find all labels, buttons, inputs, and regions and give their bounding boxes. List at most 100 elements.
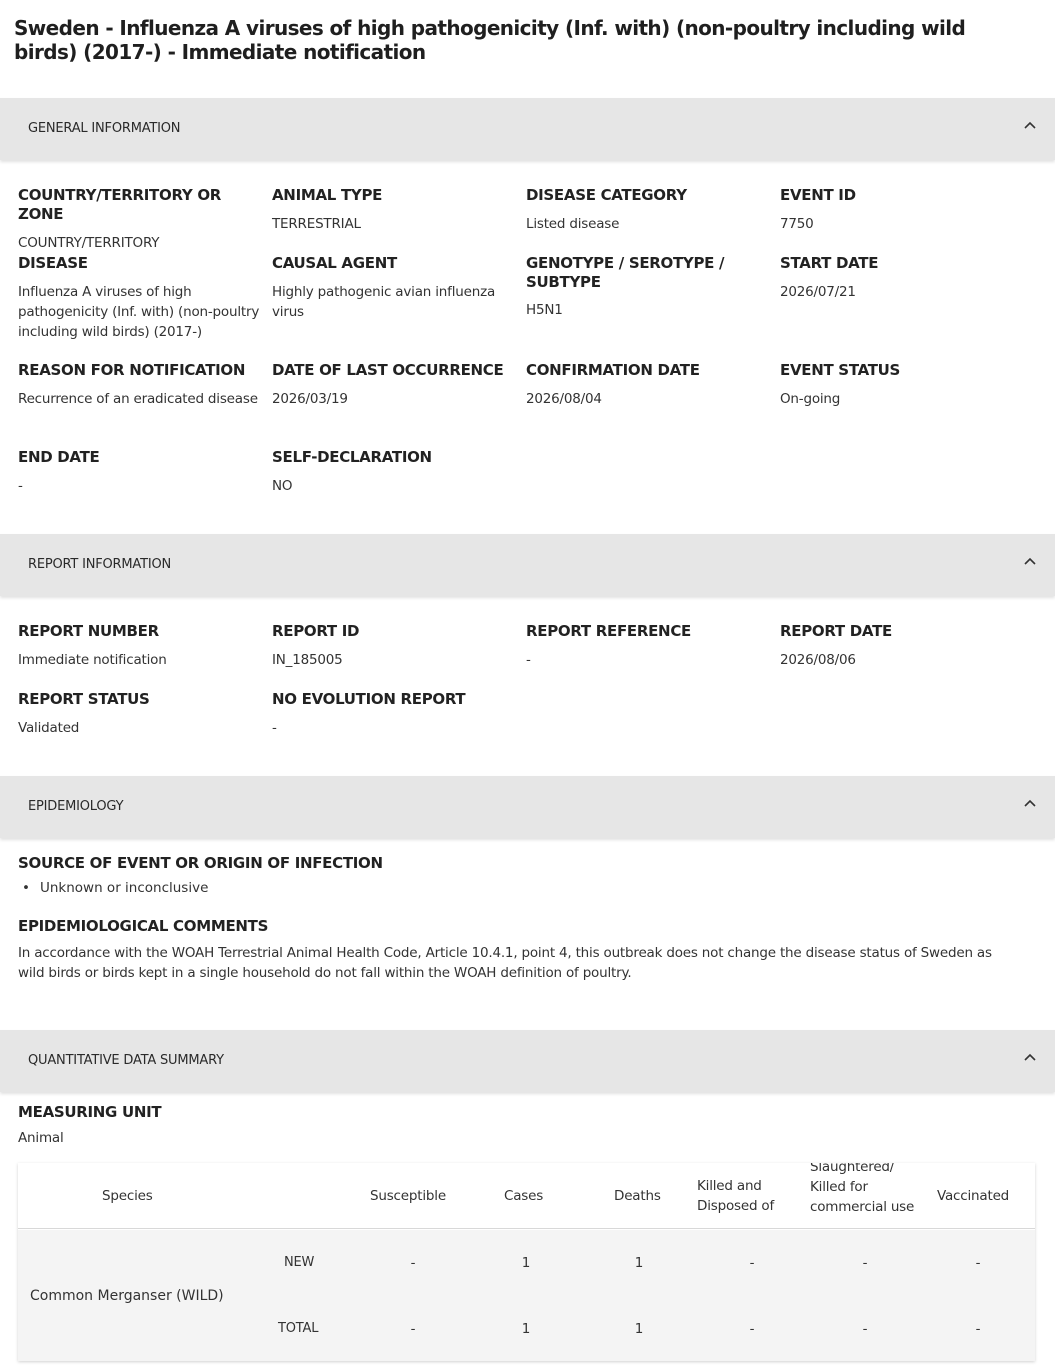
report-reference-field: REPORT REFERENCE - [526, 622, 776, 670]
field-label: DISEASE CATEGORY [526, 186, 687, 204]
field-label: SOURCE OF EVENT OR ORIGIN OF INFECTION [18, 854, 383, 872]
field-label: ANIMAL TYPE [272, 186, 383, 204]
field-label: EVENT ID [780, 186, 856, 204]
self-declaration-field: SELF-DECLARATION NO [272, 448, 522, 496]
field-value: Immediate notification [18, 652, 167, 668]
cell-deaths: 1 [634, 1321, 644, 1337]
cell-cases: 1 [521, 1321, 531, 1337]
field-label: CONFIRMATION DATE [526, 361, 700, 379]
cell-cases: 1 [521, 1255, 531, 1271]
chevron-up-icon[interactable] [1023, 118, 1037, 132]
cell-killed: - [749, 1255, 755, 1271]
row-label-total: TOTAL [278, 1321, 319, 1336]
field-value: Listed disease [526, 216, 620, 232]
field-label: REPORT DATE [780, 622, 892, 640]
epidemiology-header[interactable]: EPIDEMIOLOGY [0, 776, 1055, 838]
field-value: Animal [18, 1130, 64, 1146]
column-header-killed: Killed and Disposed of [697, 1178, 775, 1214]
field-label: NO EVOLUTION REPORT [272, 690, 466, 708]
species-name: Common Merganser (WILD) [30, 1288, 224, 1304]
section-title: EPIDEMIOLOGY [28, 799, 124, 814]
section-title: REPORT INFORMATION [28, 557, 172, 572]
field-label: REPORT STATUS [18, 690, 150, 708]
column-header-cases: Cases [504, 1188, 544, 1204]
field-label: SELF-DECLARATION [272, 448, 432, 466]
column-header-vaccinated: Vaccinated [937, 1188, 1010, 1204]
cell-susceptible: - [410, 1255, 416, 1271]
table-body: Common Merganser (WILD) NEW - 1 1 - - - … [18, 1230, 1035, 1361]
no-evolution-report-field: NO EVOLUTION REPORT - [272, 690, 522, 738]
field-value: H5N1 [526, 302, 563, 318]
disease-field: DISEASE Influenza A viruses of high path… [18, 254, 268, 342]
event-id-field: EVENT ID 7750 [780, 186, 1030, 234]
comments-text: In accordance with the WOAH Terrestrial … [18, 945, 992, 981]
field-value: IN_185005 [272, 652, 343, 668]
field-label: END DATE [18, 448, 100, 466]
event-status-field: EVENT STATUS On-going [780, 361, 1030, 409]
source-of-event: SOURCE OF EVENT OR ORIGIN OF INFECTION U… [18, 854, 1018, 896]
genotype-field: GENOTYPE / SEROTYPE / SUBTYPE H5N1 [526, 254, 746, 320]
quantitative-data-header[interactable]: QUANTITATIVE DATA SUMMARY [0, 1030, 1055, 1092]
field-label: GENOTYPE / SEROTYPE / SUBTYPE [526, 254, 725, 291]
chevron-up-icon[interactable] [1023, 1050, 1037, 1064]
field-value: Validated [18, 720, 80, 736]
field-label: CAUSAL AGENT [272, 254, 397, 272]
chevron-up-icon[interactable] [1023, 796, 1037, 810]
field-value: 2026/08/06 [780, 652, 856, 668]
field-label: EVENT STATUS [780, 361, 901, 379]
field-value: 2026/07/21 [780, 284, 856, 300]
field-value: TERRESTRIAL [272, 216, 361, 232]
report-id-field: REPORT ID IN_185005 [272, 622, 522, 670]
cell-deaths: 1 [634, 1255, 644, 1271]
page-title: Sweden - Influenza A viruses of high pat… [14, 16, 966, 64]
report-date-field: REPORT DATE 2026/08/06 [780, 622, 1030, 670]
confirmation-date-field: CONFIRMATION DATE 2026/08/04 [526, 361, 776, 409]
column-header-species: Species [102, 1188, 153, 1204]
last-occurrence-field: DATE OF LAST OCCURRENCE 2026/03/19 [272, 361, 522, 409]
column-header-slaughtered: Slaughtered/ Killed for commercial use [810, 1163, 915, 1215]
field-value: - [18, 478, 23, 494]
report-information-header[interactable]: REPORT INFORMATION [0, 534, 1055, 596]
chevron-up-icon[interactable] [1023, 554, 1037, 568]
animal-type-field: ANIMAL TYPE TERRESTRIAL [272, 186, 522, 234]
reason-field: REASON FOR NOTIFICATION Recurrence of an… [18, 361, 268, 409]
field-value: 7750 [780, 216, 814, 232]
section-title: GENERAL INFORMATION [28, 121, 181, 136]
country-field: COUNTRY/TERRITORY OR ZONE COUNTRY/TERRIT… [18, 186, 268, 253]
cell-slaughtered: - [862, 1321, 868, 1337]
general-information-header[interactable]: GENERAL INFORMATION [0, 98, 1055, 160]
start-date-field: START DATE 2026/07/21 [780, 254, 1030, 302]
column-header-susceptible: Susceptible [370, 1188, 446, 1204]
row-label-new: NEW [284, 1255, 315, 1270]
table-header: Species Susceptible Cases Deaths Killed … [18, 1163, 1035, 1229]
field-value: Influenza A viruses of high pathogenicit… [18, 284, 260, 340]
section-title: QUANTITATIVE DATA SUMMARY [28, 1053, 224, 1068]
field-label: MEASURING UNIT [18, 1103, 162, 1121]
report-status-field: REPORT STATUS Validated [18, 690, 268, 738]
field-label: REPORT NUMBER [18, 622, 159, 640]
field-value: Recurrence of an eradicated disease [18, 391, 258, 407]
field-value: COUNTRY/TERRITORY [18, 235, 160, 251]
column-header-deaths: Deaths [614, 1188, 661, 1204]
cell-vaccinated: - [975, 1255, 981, 1271]
field-label: COUNTRY/TERRITORY OR ZONE [18, 186, 222, 223]
epidemiological-comments: EPIDEMIOLOGICAL COMMENTS In accordance w… [18, 917, 1018, 983]
measuring-unit: MEASURING UNIT Animal [18, 1103, 1018, 1148]
field-label: DISEASE [18, 254, 88, 272]
field-label: DATE OF LAST OCCURRENCE [272, 361, 504, 379]
field-label: REASON FOR NOTIFICATION [18, 361, 246, 379]
field-label: REPORT REFERENCE [526, 622, 691, 640]
field-label: REPORT ID [272, 622, 360, 640]
field-value: - [272, 720, 277, 736]
field-value: 2026/08/04 [526, 391, 602, 407]
causal-agent-field: CAUSAL AGENT Highly pathogenic avian inf… [272, 254, 522, 322]
source-item: Unknown or inconclusive [40, 880, 1018, 896]
cell-slaughtered: - [862, 1255, 868, 1271]
field-value: NO [272, 478, 293, 494]
cell-killed: - [749, 1321, 755, 1337]
field-label: START DATE [780, 254, 879, 272]
report-number-field: REPORT NUMBER Immediate notification [18, 622, 268, 670]
field-label: EPIDEMIOLOGICAL COMMENTS [18, 917, 269, 935]
field-value: Highly pathogenic avian influenza virus [272, 284, 496, 320]
field-value: On-going [780, 391, 841, 407]
